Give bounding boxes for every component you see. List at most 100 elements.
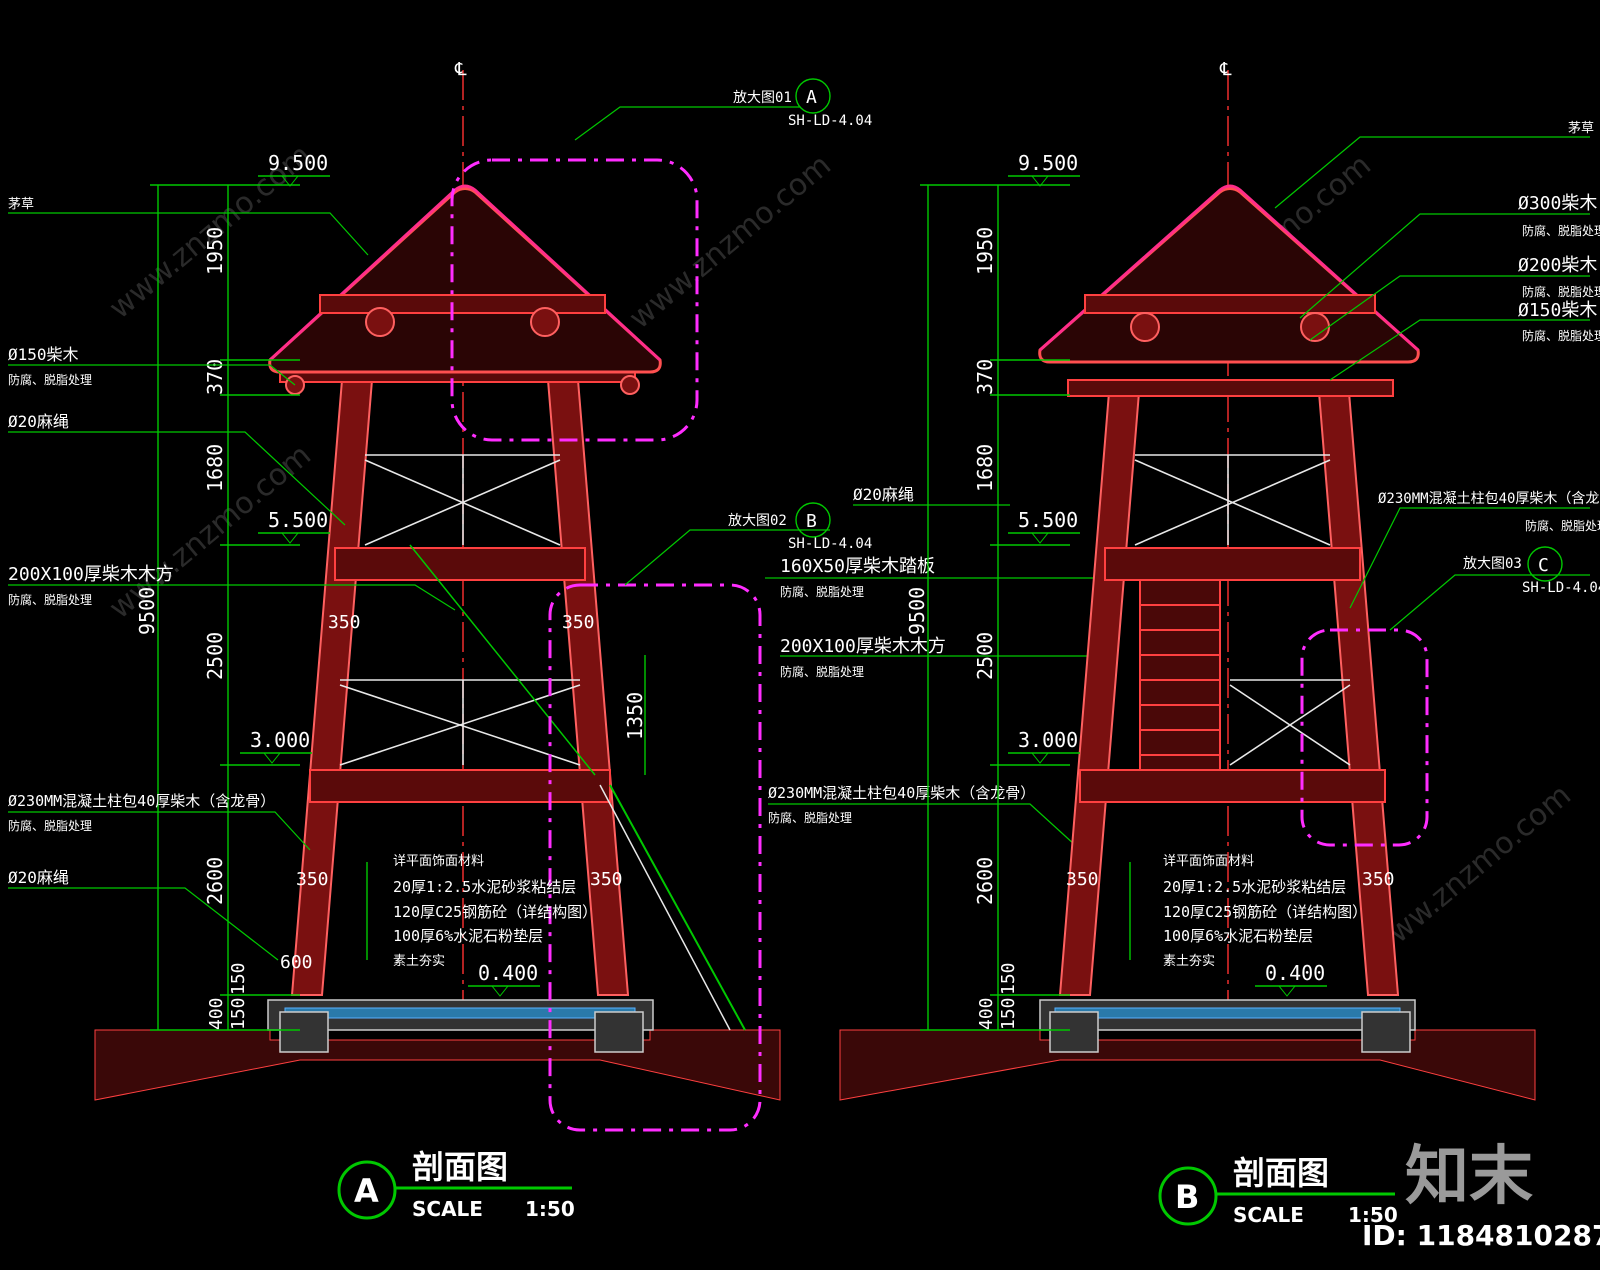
label-post230-treat-b: 防腐、脱脂处理 [1525,518,1600,533]
label-post230-b: Ø230MM混凝土柱包40厚柴木（含龙骨） [1378,491,1600,507]
label-rod300-b: Ø300柴木 [1518,193,1597,214]
label-post230-right-treat: 防腐、脱脂处理 [768,810,852,825]
dim-150b-b: 150 [998,962,1019,995]
post-width-4-a: 350 [590,869,623,890]
dim-2600-a: 2600 [203,857,227,905]
elevation-low-a: 3.000 [240,728,312,764]
post-width-3-a: 350 [296,869,329,890]
title-a: 剖面图 [412,1148,508,1186]
layer-a-3: 120厚C25钢筋砼（详结构图） [393,903,597,921]
label-rope20-bottom-a: Ø20麻绳 [8,868,69,887]
label-plank160-treat: 防腐、脱脂处理 [780,584,864,599]
roof-truss-a [319,294,606,314]
dim-1950-b: 1950 [973,227,997,275]
layer-a-4: 100厚6%水泥石粉垫层 [393,927,543,945]
label-post230-right: Ø230MM混凝土柱包40厚柴木（含龙骨） [768,784,1035,802]
elevation-base-b: 0.400 [1255,961,1327,997]
beam-upper-b [1104,547,1361,581]
elevation-mid-a: 5.500 [258,508,330,544]
label-beam200-treat-a: 防腐、脱脂处理 [8,592,92,607]
layer-b-4: 100厚6%水泥石粉垫层 [1163,927,1313,945]
label-thatch-a: 茅草 [8,197,34,212]
svg-text:0.400: 0.400 [1265,961,1325,985]
dim-400-a: 400 [206,997,227,1030]
callout-c-letter: C [1538,555,1549,576]
label-beam200-a: 200X100厚柴木木方 [8,564,174,585]
svg-text:0.400: 0.400 [478,961,538,985]
log-end-a1 [365,307,395,337]
label-rod150-treat-a: 防腐、脱脂处理 [8,372,92,387]
ground-section-a [94,1029,781,1101]
bracing-lower-a [339,679,581,766]
post-left-b [1058,379,1142,996]
label-rod200-b: Ø200柴木 [1518,255,1597,276]
dim-1950-a: 1950 [203,227,227,275]
post-width-2-b: 350 [1362,869,1395,890]
ladder-b [1139,579,1221,771]
label-beam200-right: 200X100厚柴木木方 [780,636,946,657]
title-b: 剖面图 [1233,1154,1329,1192]
label-rod150-b: Ø150柴木 [1518,300,1597,321]
scale-value-a: 1:50 [525,1197,575,1221]
centerline-symbol-b: ℄ [1219,59,1232,80]
label-post230-treat-a: 防腐、脱脂处理 [8,818,92,833]
dim-2500-a: 2500 [203,632,227,680]
footing-left-a [279,1011,329,1053]
dim-370-b: 370 [973,359,997,395]
dim-150a-a: 150 [228,997,249,1030]
callout-a-ref: SH-LD-4.04 [788,113,872,129]
layer-b-5: 素土夯实 [1163,954,1215,969]
svg-text:9.500: 9.500 [1018,151,1078,175]
beam-upper-a [334,547,586,581]
centerline-symbol-a: ℄ [454,59,467,80]
layer-b-2: 20厚1:2.5水泥砂浆粘结层 [1163,878,1346,896]
dim-150b-a: 150 [228,962,249,995]
svg-text:5.500: 5.500 [1018,508,1078,532]
title-letter-a: A [354,1172,379,1210]
beam-lower-a [309,769,611,803]
callout-b-ref: SH-LD-4.04 [788,536,872,552]
footing-right-b [1361,1011,1411,1053]
title-letter-b: B [1175,1178,1199,1216]
layer-a-1: 详平面饰面材料 [393,854,484,869]
footing-right-a [594,1011,644,1053]
layer-a-2: 20厚1:2.5水泥砂浆粘结层 [393,878,576,896]
section-drawing-canvas: www.znzmo.com www.znzmo.com www.znzmo.co… [8,59,1600,1252]
roof-beam-b [1067,379,1394,397]
ground-section-b [839,1029,1536,1101]
label-rod200-treat-b: 防腐、脱脂处理 [1522,284,1600,299]
dim-1680-b: 1680 [973,444,997,492]
slab-finish-b [1054,1007,1401,1019]
scale-label-a: SCALE [412,1197,483,1221]
scale-label-b: SCALE [1233,1203,1304,1227]
svg-text:3.000: 3.000 [250,728,310,752]
label-rod150-a: Ø150柴木 [8,345,79,364]
layer-b-3: 120厚C25钢筋砼（详结构图） [1163,903,1367,921]
dim-370-a: 370 [203,359,227,395]
label-beam200-right-treat: 防腐、脱脂处理 [780,664,864,679]
label-rope20-mid: Ø20麻绳 [853,485,914,504]
callout-c-text: 放大图03 [1463,556,1522,572]
watermark-id: ID: 1184810287 [1362,1219,1600,1252]
beam-lower-b [1079,769,1386,803]
base-width-a: 600 [280,952,313,973]
bracing-upper-b [1134,454,1331,546]
callout-b-letter: B [806,511,817,532]
callout-a-letter: A [806,87,817,108]
label-rod300-treat-b: 防腐、脱脂处理 [1522,223,1600,238]
svg-text:9.500: 9.500 [268,151,328,175]
section-b: ℄ 1950 370 1680 2500 2600 400 150 150 95… [839,59,1600,1227]
stair-rail-a [609,784,746,1031]
svg-text:3.000: 3.000 [1018,728,1078,752]
layer-a-5: 素土夯实 [393,954,445,969]
roof-truss-b [1084,294,1376,314]
footing-left-b [1049,1011,1099,1053]
log-end-a4 [620,375,640,395]
dim-2500-b: 2500 [973,632,997,680]
dim-total-b: 9500 [905,587,929,635]
post-width-1-b: 350 [1066,869,1099,890]
label-rope20-top-a: Ø20麻绳 [8,412,69,431]
layer-b-1: 详平面饰面材料 [1163,854,1254,869]
callout-b-text: 放大图02 [728,513,787,529]
post-width-2-a: 350 [562,612,595,633]
